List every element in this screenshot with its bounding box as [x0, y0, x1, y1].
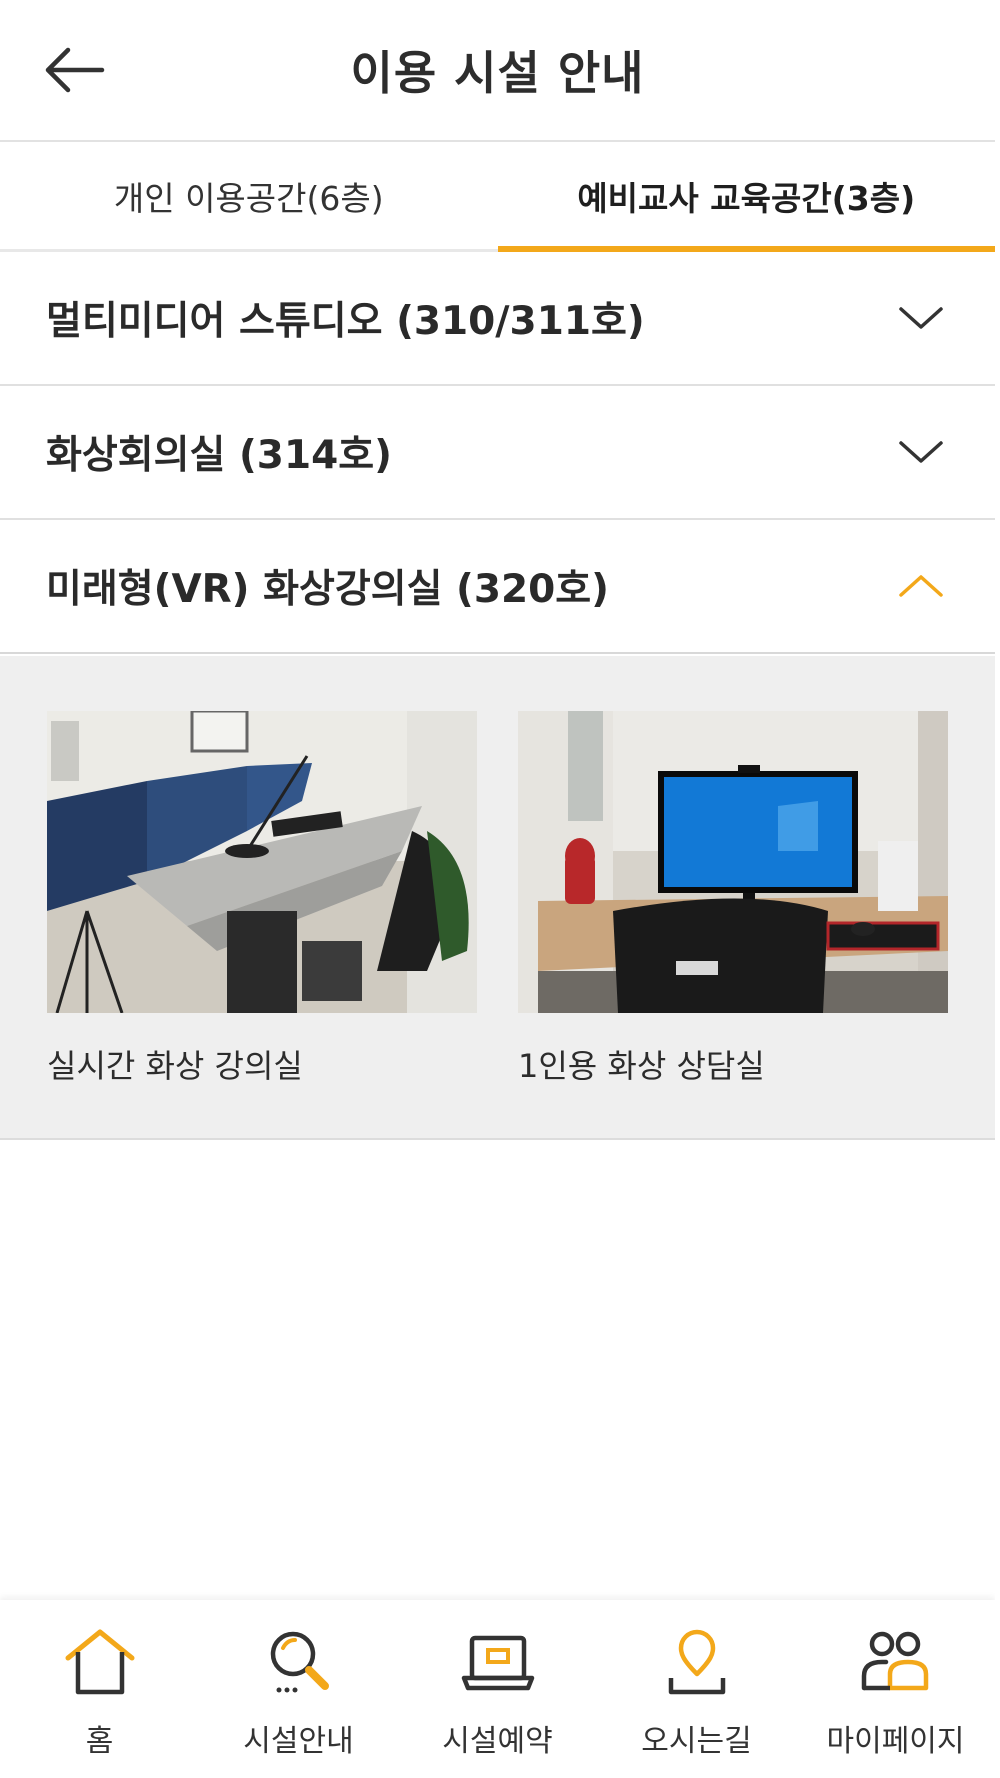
page-title: 이용 시설 안내 [350, 46, 645, 100]
lecture-room-photo [47, 711, 477, 1013]
nav-my-page[interactable]: 마이페이지 [796, 1600, 995, 1778]
chevron-down-icon [899, 307, 943, 329]
nav-home[interactable]: 홈 [0, 1600, 199, 1778]
facility-card-label: 1인용 화상 상담실 [518, 1047, 765, 1085]
nav-label: 마이페이지 [826, 1724, 965, 1759]
accordion-title: 멀티미디어 스튜디오 (310/311호) [46, 299, 645, 344]
vr-lecture-room-panel: 실시간 화상 강의실 1인용 화상 상담실 [0, 656, 995, 1140]
nav-label: 오시는길 [641, 1724, 752, 1759]
nav-label: 홈 [85, 1724, 114, 1759]
nav-directions[interactable]: 오시는길 [597, 1600, 796, 1778]
facility-card-lecture-room[interactable]: 실시간 화상 강의실 [47, 711, 477, 1087]
accordion-title: 미래형(VR) 화상강의실 (320호) [46, 567, 609, 612]
nav-label: 시설안내 [243, 1724, 354, 1759]
consultation-room-photo [518, 711, 948, 1013]
accordion-vr-lecture-room[interactable]: 미래형(VR) 화상강의실 (320호) [0, 520, 995, 654]
tab-personal-space[interactable]: 개인 이용공간(6층) [0, 142, 498, 249]
nav-label: 시설예약 [442, 1724, 553, 1759]
laptop-icon [461, 1635, 534, 1691]
accordion-video-conference-room[interactable]: 화상회의실 (314호) [0, 386, 995, 520]
search-icon [270, 1631, 329, 1693]
nav-facility-reservation[interactable]: 시설예약 [398, 1600, 597, 1778]
accordion-title: 화상회의실 (314호) [46, 433, 392, 478]
users-icon [861, 1631, 928, 1691]
back-button[interactable] [40, 40, 110, 100]
nav-facility-guide[interactable]: 시설안내 [199, 1600, 398, 1778]
accordion-multimedia-studio[interactable]: 멀티미디어 스튜디오 (310/311호) [0, 252, 995, 386]
floor-tabs: 개인 이용공간(6층) 예비교사 교육공간(3층) [0, 142, 995, 252]
right-edge [995, 0, 1000, 1778]
page: 이용 시설 안내 개인 이용공간(6층) 예비교사 교육공간(3층) 멀티미디어… [0, 0, 1000, 1778]
chevron-down-icon [899, 441, 943, 463]
location-pin-icon [668, 1629, 725, 1695]
chevron-up-icon [899, 575, 943, 597]
facility-card-consultation-room[interactable]: 1인용 화상 상담실 [518, 711, 948, 1087]
tab-teacher-education-space[interactable]: 예비교사 교육공간(3층) [497, 142, 996, 252]
bottom-navigation: 홈 시설안내 시설예약 오시는길 마이페이지 [0, 1600, 995, 1778]
arrow-left-icon [45, 47, 105, 93]
home-icon [65, 1629, 134, 1695]
facility-card-label: 실시간 화상 강의실 [47, 1047, 303, 1085]
app-header: 이용 시설 안내 [0, 0, 995, 142]
